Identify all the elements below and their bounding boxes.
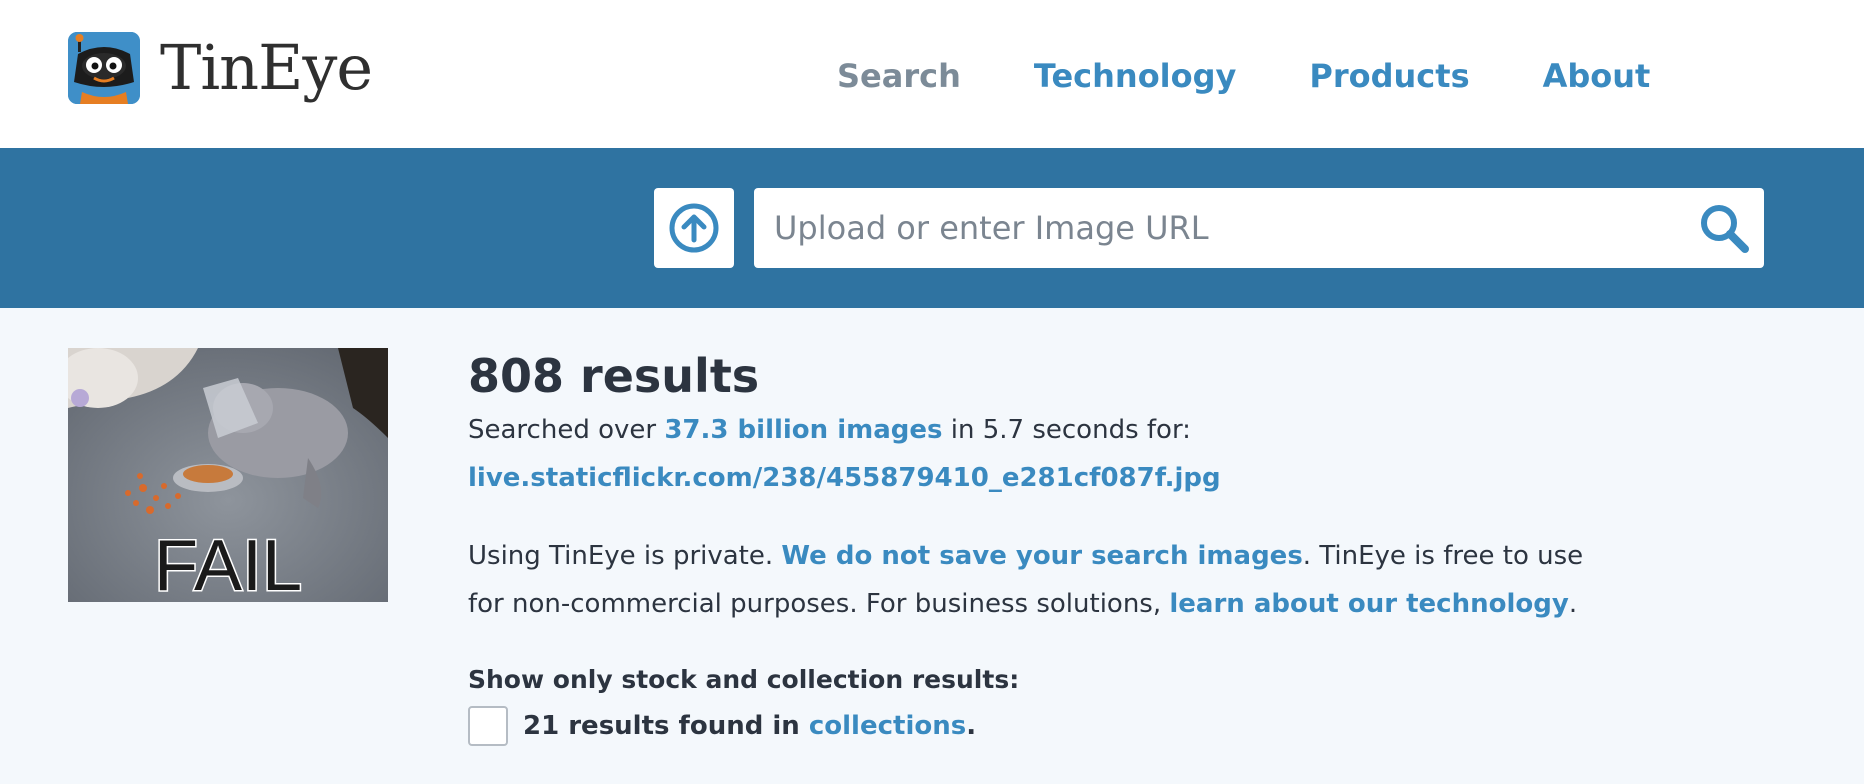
results-summary: 808 results Searched over 37.3 billion i…	[468, 346, 1618, 746]
collections-suffix: .	[966, 711, 977, 741]
upload-arrow-icon	[669, 203, 719, 253]
collections-prefix: 21 results found in	[523, 711, 809, 741]
tineye-robot-logo-icon	[68, 32, 140, 104]
nav-item-about[interactable]: About	[1543, 52, 1651, 100]
image-url-input[interactable]	[774, 188, 1694, 268]
privacy-prefix: Using TinEye is private.	[468, 541, 782, 571]
query-url-link[interactable]: live.staticflickr.com/238/455879410_e281…	[468, 454, 1221, 502]
privacy-suffix: .	[1568, 589, 1578, 619]
collections-text: 21 results found in collections.	[523, 706, 976, 746]
searched-suffix: in 5.7 seconds for:	[942, 415, 1191, 445]
privacy-notice: Using TinEye is private. We do not save …	[468, 532, 1618, 628]
searched-prefix: Searched over	[468, 415, 665, 445]
magnifier-icon	[1701, 205, 1749, 253]
nav-item-products[interactable]: Products	[1309, 52, 1469, 100]
query-image-thumbnail[interactable]: FAIL	[68, 348, 388, 602]
search-submit-button[interactable]	[1696, 200, 1752, 256]
collections-checkbox[interactable]	[468, 706, 508, 746]
stock-filter-title: Show only stock and collection results:	[468, 665, 1020, 694]
privacy-link[interactable]: We do not save your search images	[781, 541, 1302, 571]
search-meta: Searched over 37.3 billion images in 5.7…	[468, 406, 1618, 454]
nav-item-technology[interactable]: Technology	[1034, 52, 1237, 100]
technology-link[interactable]: learn about our technology	[1169, 589, 1568, 619]
site-header: TinEye Search Technology Products About	[0, 0, 1864, 148]
search-box	[754, 188, 1764, 268]
query-image-caption: FAIL	[154, 526, 302, 602]
collections-link[interactable]: collections	[809, 711, 966, 741]
brand-wordmark: TinEye	[160, 31, 373, 104]
results-count: 808 results	[468, 349, 760, 403]
stock-filter-row: 21 results found in collections.	[468, 706, 1618, 746]
billion-images-link[interactable]: 37.3 billion images	[664, 415, 942, 445]
tineye-logo[interactable]: TinEye	[68, 31, 373, 104]
search-band	[0, 148, 1864, 308]
main-nav: Search Technology Products About	[837, 52, 1650, 100]
upload-button[interactable]	[654, 188, 734, 268]
nav-item-search[interactable]: Search	[837, 52, 961, 100]
